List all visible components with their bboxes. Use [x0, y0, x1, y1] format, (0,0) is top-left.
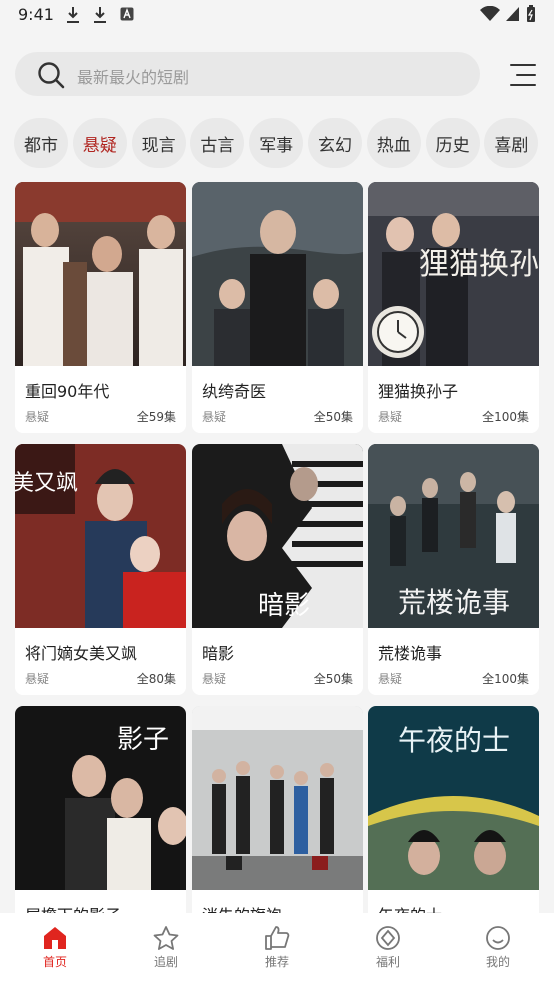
tab-label: 推荐 [264, 955, 289, 969]
tab-following[interactable]: 追剧 [136, 925, 196, 970]
tab-recommend[interactable]: 推荐 [247, 925, 307, 970]
drama-title: 将门嫡女美又飒 [25, 644, 138, 663]
search-placeholder: 最新最火的短剧 [77, 68, 190, 87]
category-chip[interactable]: 热血 [366, 118, 421, 168]
drama-title: 纨绔奇医 [202, 382, 267, 401]
drama-card[interactable]: 美又飒 将门嫡女美又飒 悬疑 全80集 [15, 444, 186, 695]
drama-title: 狸猫换孙子 [378, 382, 459, 401]
drama-genre: 悬疑 [378, 410, 403, 424]
star-icon [153, 926, 179, 950]
drama-poster: 狸猫换孙子 [368, 182, 539, 366]
tab-label: 追剧 [153, 955, 178, 969]
drama-poster: 荒楼诡事 [368, 444, 539, 628]
category-chip[interactable]: 古言 [190, 118, 245, 168]
tab-profile[interactable]: 我的 [468, 925, 528, 970]
drama-title: 暗影 [202, 644, 235, 663]
poster-title-text: 午夜的士 [398, 724, 510, 757]
search-input[interactable]: 最新最火的短剧 [15, 52, 480, 96]
wifi-icon [480, 6, 500, 21]
drama-title: 重回90年代 [25, 382, 110, 401]
drama-poster [192, 182, 363, 366]
category-chip[interactable]: 历史 [425, 118, 480, 168]
category-tabs: 都市 悬疑 现言 古言 军事 玄幻 热血 历史 喜剧 [14, 118, 543, 168]
menu-icon[interactable] [510, 62, 538, 88]
tab-home[interactable]: 首页 [25, 925, 85, 970]
thumbs-up-icon [265, 926, 290, 950]
drama-episodes: 全50集 [313, 410, 353, 424]
tab-label: 福利 [375, 955, 400, 969]
drama-poster: 午夜的士 [368, 706, 539, 890]
signal-icon [506, 7, 519, 21]
app-notification-icon [120, 7, 134, 21]
drama-poster [15, 182, 186, 366]
drama-title: 荒楼诡事 [378, 644, 443, 663]
drama-episodes: 全80集 [136, 672, 176, 686]
tab-label: 首页 [42, 955, 67, 969]
smile-icon [486, 926, 510, 950]
drama-card[interactable]: 荒楼诡事 荒楼诡事 悬疑 全100集 [368, 444, 539, 695]
drama-genre: 悬疑 [25, 672, 50, 686]
drama-episodes: 全59集 [136, 410, 176, 424]
category-chip[interactable]: 军事 [249, 118, 304, 168]
drama-genre: 悬疑 [378, 672, 403, 686]
category-chip[interactable]: 现言 [131, 118, 186, 168]
search-row: 最新最火的短剧 [0, 50, 554, 98]
drama-genre: 悬疑 [25, 410, 50, 424]
drama-genre: 悬疑 [202, 672, 227, 686]
diamond-icon [376, 926, 400, 950]
drama-episodes: 全100集 [482, 410, 529, 424]
poster-title-text: 荒楼诡事 [398, 586, 510, 619]
bottom-tab-bar: 首页 追剧 推荐 福利 我的 [0, 913, 554, 984]
category-chip-active[interactable]: 悬疑 [72, 118, 127, 168]
tab-rewards[interactable]: 福利 [358, 925, 418, 970]
download-icon [94, 7, 106, 23]
drama-poster: 美又飒 [15, 444, 186, 628]
status-time: 9:41 [18, 5, 54, 24]
drama-card[interactable]: 重回90年代 悬疑 全59集 [15, 182, 186, 433]
download-icon [67, 7, 79, 23]
status-indicators [480, 5, 536, 23]
drama-card[interactable]: 狸猫换孙子 狸猫换孙子 悬疑 全100集 [368, 182, 539, 433]
poster-title-text: 暗影 [258, 591, 310, 621]
status-bar: 9:41 [0, 0, 554, 32]
drama-poster [192, 706, 363, 890]
drama-genre: 悬疑 [202, 410, 227, 424]
poster-title-text: 狸猫换孙子 [419, 247, 539, 282]
category-chip[interactable]: 玄幻 [307, 118, 362, 168]
category-chip[interactable]: 都市 [14, 118, 68, 168]
drama-poster: 影子 [15, 706, 186, 890]
battery-icon [527, 5, 535, 22]
poster-title-text: 影子 [117, 725, 169, 755]
home-icon [44, 927, 66, 949]
poster-title-text: 美又飒 [15, 471, 78, 496]
drama-poster: 暗影 [192, 444, 363, 628]
search-icon [38, 62, 65, 89]
drama-card[interactable]: 暗影 暗影 悬疑 全50集 [192, 444, 363, 695]
drama-episodes: 全100集 [482, 672, 529, 686]
category-chip[interactable]: 喜剧 [484, 118, 539, 168]
drama-card[interactable]: 纨绔奇医 悬疑 全50集 [192, 182, 363, 433]
tab-label: 我的 [485, 955, 510, 969]
drama-episodes: 全50集 [313, 672, 353, 686]
